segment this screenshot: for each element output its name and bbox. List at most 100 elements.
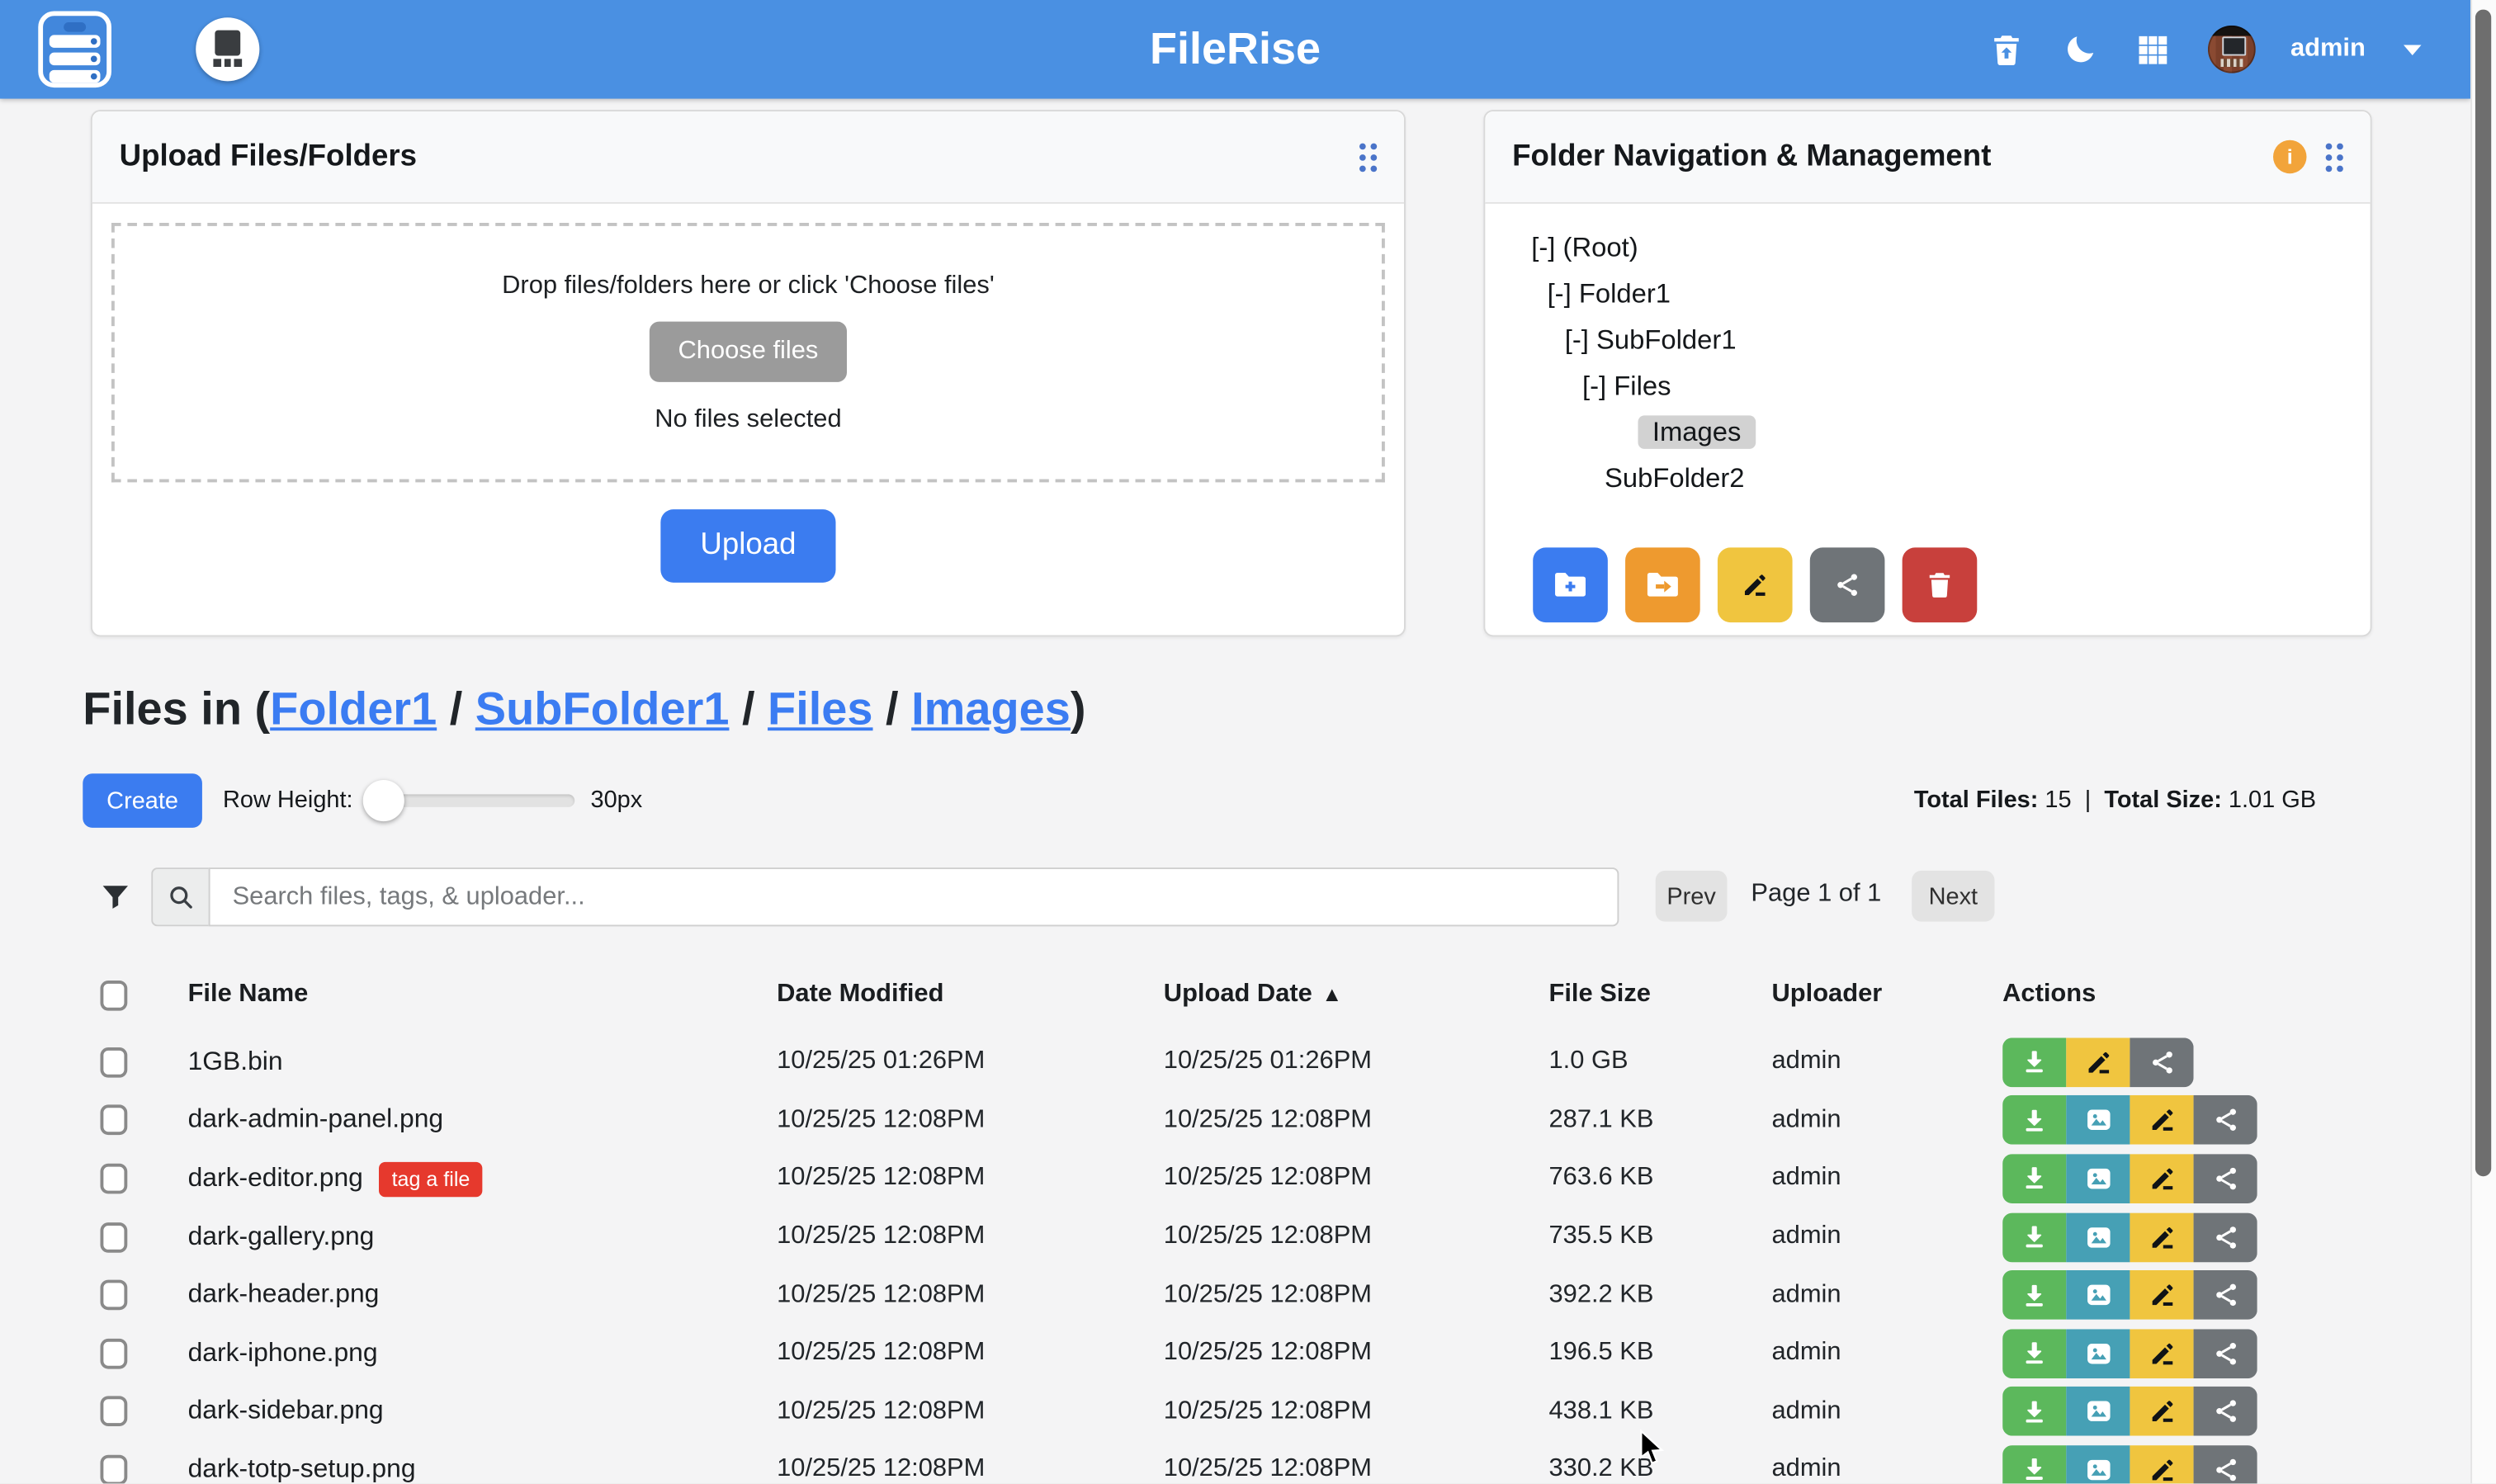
file-name[interactable]: dark-header.png bbox=[188, 1280, 380, 1309]
share-button[interactable] bbox=[2130, 1037, 2193, 1087]
tree-toggle[interactable]: [-] bbox=[1582, 371, 1614, 401]
preview-button[interactable] bbox=[2066, 1445, 2130, 1483]
breadcrumb-link[interactable]: SubFolder1 bbox=[475, 684, 730, 735]
file-name[interactable]: dark-admin-panel.png bbox=[188, 1105, 444, 1134]
download-button[interactable] bbox=[2002, 1096, 2066, 1146]
share-button[interactable] bbox=[2194, 1270, 2257, 1320]
column-header-uploader[interactable]: Uploader bbox=[1771, 981, 2002, 1009]
user-avatar[interactable] bbox=[2208, 26, 2256, 73]
files-breadcrumb-heading: Files in (Folder1 / SubFolder1 / Files /… bbox=[83, 684, 1085, 737]
share-button[interactable] bbox=[2194, 1329, 2257, 1378]
edit-button[interactable] bbox=[2130, 1270, 2193, 1320]
dark-mode-moon-icon[interactable] bbox=[2061, 31, 2099, 69]
folder-tree-item[interactable]: [-] SubFolder1 bbox=[1485, 317, 2370, 363]
tree-toggle[interactable]: [-] bbox=[1565, 324, 1596, 355]
row-checkbox[interactable] bbox=[100, 1105, 127, 1136]
share-button[interactable] bbox=[2194, 1445, 2257, 1483]
preview-button[interactable] bbox=[2066, 1154, 2130, 1203]
folder-tree-item[interactable]: [-] (Root) bbox=[1485, 224, 2370, 271]
share-button[interactable] bbox=[2194, 1387, 2257, 1436]
tree-item-label[interactable]: SubFolder1 bbox=[1596, 324, 1737, 355]
file-name[interactable]: dark-sidebar.png bbox=[188, 1397, 384, 1425]
preview-button[interactable] bbox=[2066, 1387, 2130, 1436]
tree-item-label[interactable]: (Root) bbox=[1563, 233, 1638, 263]
preview-button[interactable] bbox=[2066, 1270, 2130, 1320]
share-button[interactable] bbox=[2194, 1154, 2257, 1203]
scrollbar-track[interactable] bbox=[2470, 0, 2496, 1483]
preview-button[interactable] bbox=[2066, 1096, 2130, 1146]
edit-button[interactable] bbox=[2130, 1445, 2193, 1483]
edit-button[interactable] bbox=[2130, 1154, 2193, 1203]
edit-button[interactable] bbox=[2130, 1329, 2193, 1378]
share-folder-button[interactable] bbox=[1810, 547, 1885, 622]
drag-handle-icon[interactable] bbox=[2326, 143, 2343, 172]
share-button[interactable] bbox=[2194, 1096, 2257, 1146]
download-button[interactable] bbox=[2002, 1387, 2066, 1436]
breadcrumb-link[interactable]: Folder1 bbox=[270, 684, 437, 735]
prev-page-button[interactable]: Prev bbox=[1656, 871, 1728, 922]
tree-item-label[interactable]: SubFolder2 bbox=[1605, 463, 1745, 494]
download-button[interactable] bbox=[2002, 1270, 2066, 1320]
delete-folder-button[interactable] bbox=[1903, 547, 1978, 622]
trash-restore-icon[interactable] bbox=[1988, 31, 2026, 69]
rename-folder-button[interactable] bbox=[1718, 547, 1793, 622]
file-name[interactable]: dark-totp-setup.png bbox=[188, 1455, 416, 1484]
column-header-file-size[interactable]: File Size bbox=[1548, 981, 1771, 1009]
user-menu-caret-icon[interactable] bbox=[2400, 31, 2423, 69]
info-icon[interactable]: i bbox=[2273, 140, 2307, 173]
row-checkbox[interactable] bbox=[100, 1455, 127, 1484]
tree-toggle[interactable]: [-] bbox=[1548, 278, 1579, 309]
upload-dropzone[interactable]: Drop files/folders here or click 'Choose… bbox=[111, 223, 1385, 482]
row-checkbox[interactable] bbox=[100, 1164, 127, 1194]
file-tag-badge[interactable]: tag a file bbox=[379, 1162, 483, 1197]
search-input[interactable] bbox=[209, 867, 1619, 926]
edit-button[interactable] bbox=[2130, 1096, 2193, 1146]
column-header-date-modified[interactable]: Date Modified bbox=[777, 981, 1164, 1009]
file-name[interactable]: dark-gallery.png bbox=[188, 1222, 375, 1250]
row-checkbox[interactable] bbox=[100, 1222, 127, 1252]
choose-files-button[interactable]: Choose files bbox=[650, 321, 847, 381]
folder-tree-item[interactable]: SubFolder2 bbox=[1485, 456, 2370, 502]
next-page-button[interactable]: Next bbox=[1912, 871, 1994, 922]
filter-icon[interactable] bbox=[99, 880, 132, 921]
drag-handle-icon[interactable] bbox=[1359, 143, 1377, 172]
create-button[interactable]: Create bbox=[83, 773, 202, 828]
edit-button[interactable] bbox=[2066, 1037, 2130, 1087]
edit-button[interactable] bbox=[2130, 1212, 2193, 1262]
download-button[interactable] bbox=[2002, 1037, 2066, 1087]
tree-item-selected[interactable]: Images bbox=[1638, 415, 1755, 448]
row-checkbox[interactable] bbox=[100, 1338, 127, 1368]
sort-asc-icon: ▲ bbox=[1321, 982, 1342, 1006]
tree-toggle[interactable]: [-] bbox=[1531, 233, 1562, 263]
file-name[interactable]: dark-editor.png bbox=[188, 1164, 363, 1193]
row-checkbox[interactable] bbox=[100, 1397, 127, 1427]
edit-button[interactable] bbox=[2130, 1387, 2193, 1436]
breadcrumb-link[interactable]: Files bbox=[768, 684, 872, 735]
row-checkbox[interactable] bbox=[100, 1280, 127, 1311]
download-button[interactable] bbox=[2002, 1445, 2066, 1483]
create-folder-button[interactable] bbox=[1533, 547, 1608, 622]
file-name[interactable]: 1GB.bin bbox=[188, 1047, 283, 1076]
folder-tree-item[interactable]: [-] Folder1 bbox=[1485, 271, 2370, 317]
file-name[interactable]: dark-iphone.png bbox=[188, 1338, 378, 1367]
folder-tree-item[interactable]: Images bbox=[1485, 409, 2370, 456]
download-button[interactable] bbox=[2002, 1212, 2066, 1262]
download-button[interactable] bbox=[2002, 1154, 2066, 1203]
tree-item-label[interactable]: Files bbox=[1614, 371, 1671, 401]
column-header-upload-date[interactable]: Upload Date▲ bbox=[1164, 981, 1549, 1009]
folder-tree-item[interactable]: [-] Files bbox=[1485, 363, 2370, 409]
breadcrumb-link[interactable]: Images bbox=[911, 684, 1071, 735]
download-button[interactable] bbox=[2002, 1329, 2066, 1378]
scrollbar-thumb[interactable] bbox=[2475, 10, 2491, 1177]
tree-item-label[interactable]: Folder1 bbox=[1579, 278, 1671, 309]
share-button[interactable] bbox=[2194, 1212, 2257, 1262]
upload-button[interactable]: Upload bbox=[660, 509, 836, 583]
preview-button[interactable] bbox=[2066, 1212, 2130, 1262]
preview-button[interactable] bbox=[2066, 1329, 2130, 1378]
select-all-checkbox[interactable] bbox=[100, 980, 127, 1010]
move-folder-button[interactable] bbox=[1625, 547, 1700, 622]
row-checkbox[interactable] bbox=[100, 1047, 127, 1078]
row-height-slider-knob[interactable] bbox=[363, 780, 404, 821]
column-header-file-name[interactable]: File Name bbox=[188, 981, 778, 1009]
apps-grid-icon[interactable] bbox=[2134, 31, 2172, 69]
